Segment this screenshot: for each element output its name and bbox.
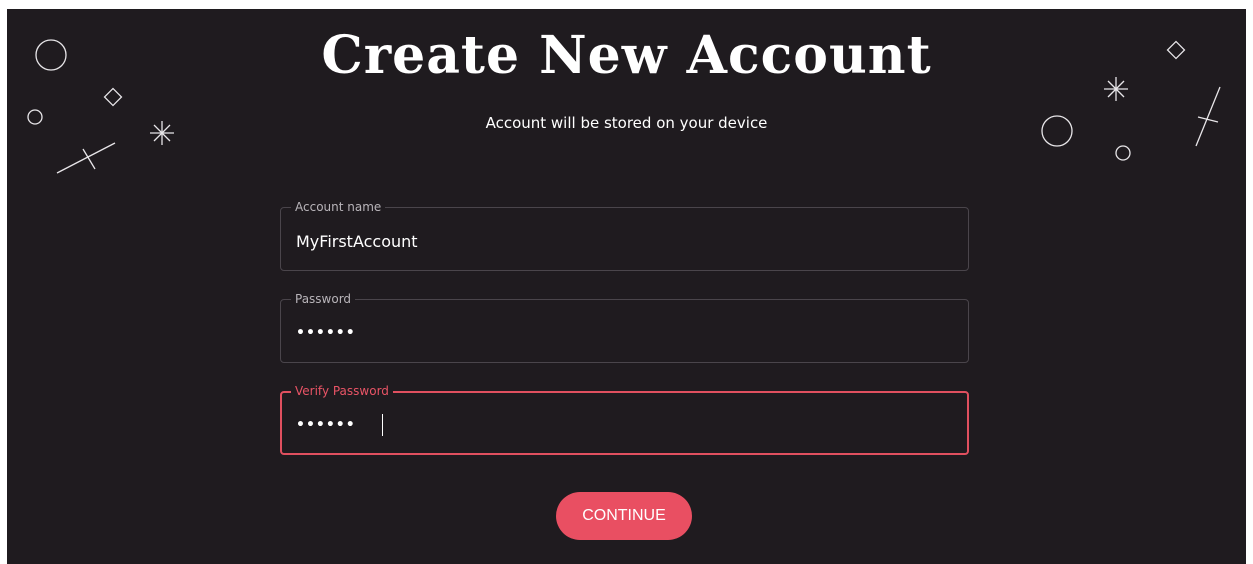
line-icon	[56, 142, 116, 174]
create-account-panel: Create New Account Account will be store…	[7, 9, 1246, 564]
account-name-field[interactable]: Account name	[280, 199, 969, 271]
account-name-input[interactable]	[296, 228, 946, 254]
verify-password-label: Verify Password	[291, 383, 393, 399]
page-title: Create New Account	[321, 25, 932, 86]
text-cursor	[382, 414, 383, 436]
page-subtitle: Account will be stored on your device	[485, 114, 768, 132]
password-field[interactable]: Password	[280, 291, 969, 363]
password-input[interactable]	[296, 320, 946, 346]
password-label: Password	[291, 291, 356, 307]
diamond-icon	[103, 87, 123, 107]
circle-icon	[1115, 145, 1131, 161]
verify-password-input[interactable]	[296, 412, 946, 438]
verify-password-field[interactable]: Verify Password	[280, 383, 969, 455]
account-name-label: Account name	[291, 199, 386, 215]
continue-button[interactable]: CONTINUE	[556, 492, 692, 540]
